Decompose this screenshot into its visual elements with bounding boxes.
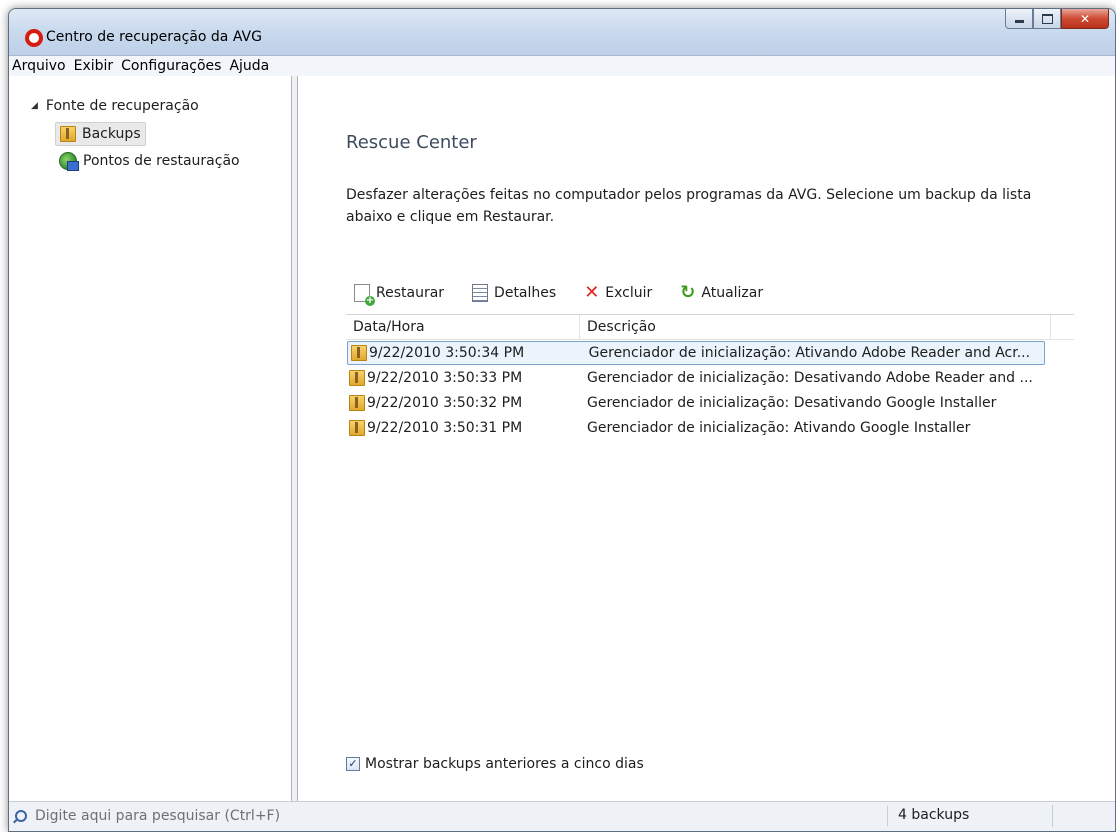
date-cell: 9/22/2010 3:50:33 PM [346,370,587,386]
details-icon [472,284,489,302]
restore-point-icon [59,152,79,171]
sidebar: ◢ Fonte de recuperação Backups Pontos de… [9,76,292,801]
close-button[interactable]: ✕ [1061,9,1109,29]
show-older-checkbox[interactable]: ✓ [346,757,360,771]
backup-folder-icon [349,395,365,411]
menu-configuracoes[interactable]: Configurações [117,56,225,76]
sidebar-item-label: Pontos de restauração [83,153,240,169]
sidebar-item-label: Backups [82,126,141,142]
close-icon: ✕ [1079,11,1091,26]
restore-label: Restaurar [376,285,445,301]
refresh-label: Atualizar [701,285,764,301]
date-text: 9/22/2010 3:50:34 PM [369,345,525,361]
avg-logo-icon [25,29,43,47]
date-text: 9/22/2010 3:50:33 PM [367,370,523,386]
show-older-label: Mostrar backups anteriores a cinco dias [365,756,644,772]
table-row[interactable]: 9/22/2010 3:50:31 PM Gerenciador de inic… [346,416,1074,440]
backup-folder-icon [60,126,76,142]
backup-folder-icon [349,420,365,436]
delete-button[interactable]: ✕ Excluir [584,282,653,303]
menu-exibir[interactable]: Exibir [70,56,118,76]
restore-button[interactable]: Restaurar [354,284,445,306]
maximize-button[interactable] [1033,9,1061,29]
search-icon [15,810,27,822]
maximize-icon [1041,13,1053,24]
restore-icon [354,284,375,306]
window-title: Centro de recuperação da AVG [46,29,262,45]
description-cell: Gerenciador de inicialização: Desativand… [587,395,997,411]
description-cell: Gerenciador de inicialização: Ativando G… [587,420,971,436]
menu-bar: Arquivo Exibir Configurações Ajuda [9,55,1115,77]
date-cell: 9/22/2010 3:50:34 PM [348,345,589,361]
toolbar: Restaurar Detalhes ✕ Excluir ↻ Atualizar [354,282,791,306]
date-text: 9/22/2010 3:50:32 PM [367,395,523,411]
table-row[interactable]: 9/22/2010 3:50:33 PM Gerenciador de inic… [346,366,1074,390]
title-bar[interactable]: Centro de recuperação da AVG ✕ [9,9,1115,55]
minimize-icon [1014,20,1024,23]
date-cell: 9/22/2010 3:50:31 PM [346,420,587,436]
date-text: 9/22/2010 3:50:31 PM [367,420,523,436]
backup-list: Data/Hora Descrição 9/22/2010 3:50:34 PM… [346,314,1074,774]
status-divider [1052,805,1053,827]
details-button[interactable]: Detalhes [472,284,556,302]
page-title: Rescue Center [346,132,477,153]
backup-count: 4 backups [898,807,970,823]
description-cell: Gerenciador de inicialização: Desativand… [587,370,1033,386]
description-cell: Gerenciador de inicialização: Ativando A… [588,345,1031,361]
backup-folder-icon [349,370,365,386]
show-older-backups-option[interactable]: ✓ Mostrar backups anteriores a cinco dia… [346,756,644,772]
sidebar-item-restore-points[interactable]: Pontos de restauração [55,150,244,172]
column-header-description[interactable]: Descrição [580,315,1051,339]
column-header-date[interactable]: Data/Hora [346,315,580,339]
date-cell: 9/22/2010 3:50:32 PM [346,395,587,411]
list-header: Data/Hora Descrição [346,314,1074,340]
minimize-button[interactable] [1005,9,1033,29]
table-row[interactable]: 9/22/2010 3:50:32 PM Gerenciador de inic… [346,391,1074,415]
details-label: Detalhes [494,285,557,301]
main-panel: Rescue Center Desfazer alterações feitas… [298,76,1115,801]
refresh-icon: ↻ [680,282,696,303]
status-bar: Digite aqui para pesquisar (Ctrl+F) 4 ba… [9,801,1115,831]
search-placeholder: Digite aqui para pesquisar (Ctrl+F) [35,808,281,824]
search-input[interactable]: Digite aqui para pesquisar (Ctrl+F) [15,806,888,826]
refresh-button[interactable]: ↻ Atualizar [680,282,764,303]
backup-folder-icon [351,345,367,361]
sidebar-item-backups[interactable]: Backups [55,122,146,146]
page-description: Desfazer alterações feitas no computador… [346,187,1032,225]
tree-root-label: Fonte de recuperação [45,98,199,114]
delete-icon: ✕ [584,282,600,303]
menu-ajuda[interactable]: Ajuda [225,56,273,76]
collapse-arrow-icon[interactable]: ◢ [31,101,38,111]
tree-root-recovery-source[interactable]: ◢ Fonte de recuperação [31,98,199,114]
window-controls: ✕ [1005,9,1109,31]
app-window: Centro de recuperação da AVG ✕ Arquivo E… [8,8,1116,832]
delete-label: Excluir [605,285,653,301]
table-row[interactable]: 9/22/2010 3:50:34 PM Gerenciador de inic… [347,341,1045,365]
menu-arquivo[interactable]: Arquivo [9,56,70,76]
